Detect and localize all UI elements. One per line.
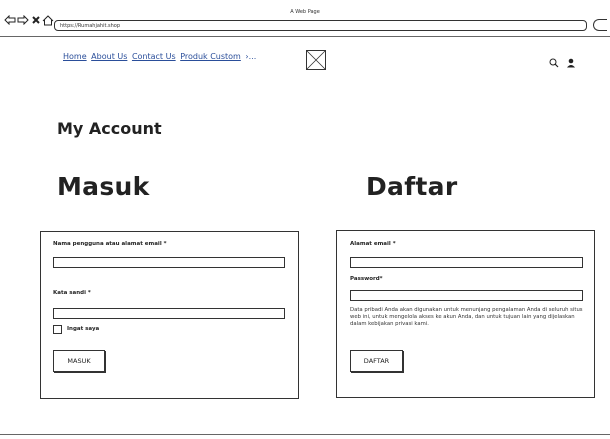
home-icon[interactable] <box>41 12 55 28</box>
address-bar[interactable] <box>54 20 587 31</box>
privacy-notice: Data pribadi Anda akan digunakan untuk m… <box>350 307 583 327</box>
nav-link-produk-custom[interactable]: Produk Custom <box>180 52 241 61</box>
password-input[interactable] <box>53 308 285 319</box>
page-title: My Account <box>57 119 162 138</box>
username-input[interactable] <box>53 257 285 268</box>
page-bottom-divider <box>0 434 610 435</box>
email-input[interactable] <box>350 257 583 268</box>
register-password-input[interactable] <box>350 290 583 301</box>
remember-me-checkbox[interactable] <box>53 325 62 334</box>
login-button[interactable]: MASUK <box>53 350 105 372</box>
address-bar-url: https://Rumahjahit.shop <box>60 23 121 29</box>
search-icon[interactable] <box>549 53 559 72</box>
register-password-label: Password* <box>350 276 383 282</box>
forward-arrow-icon[interactable] <box>16 12 30 28</box>
register-heading: Daftar <box>366 172 458 201</box>
nav-link-about-us[interactable]: About Us <box>91 52 127 61</box>
user-icon[interactable] <box>566 53 576 72</box>
username-label: Nama pengguna atau alamat email * <box>53 241 167 247</box>
browser-toolbar-divider <box>0 36 610 37</box>
remember-me-label: Ingat saya <box>67 326 100 332</box>
nav-link-home[interactable]: Home <box>63 52 87 61</box>
browser-search-field[interactable] <box>593 19 607 31</box>
login-heading: Masuk <box>57 172 150 201</box>
password-label: Kata sandi * <box>53 290 91 296</box>
nav-link-contact-us[interactable]: Contact Us <box>132 52 176 61</box>
back-arrow-icon[interactable] <box>3 12 17 28</box>
nav-link-more[interactable]: ›... <box>245 52 256 61</box>
logo-image-placeholder[interactable] <box>306 50 326 70</box>
main-menu: Home About Us Contact Us Produk Custom ›… <box>63 52 258 61</box>
email-label: Alamat email * <box>350 241 396 247</box>
register-button[interactable]: DAFTAR <box>350 350 403 372</box>
browser-window-title: A Web Page <box>290 9 320 15</box>
